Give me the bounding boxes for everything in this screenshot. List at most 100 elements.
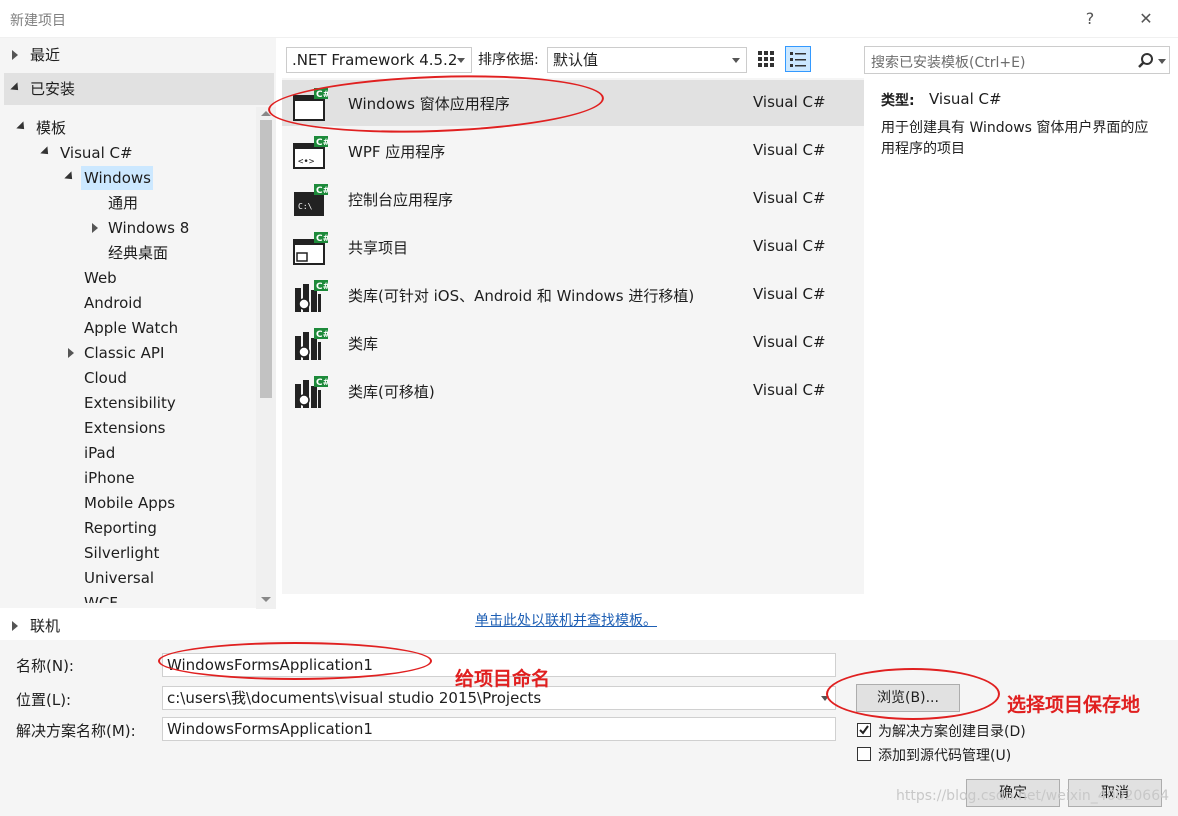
checkmark-icon (859, 725, 869, 735)
template-lang: Visual C# (753, 189, 826, 207)
annotation-name: 给项目命名 (455, 668, 551, 690)
sort-label: 排序依据: (478, 52, 539, 68)
template-name: 类库 (348, 335, 379, 353)
template-lang: Visual C# (753, 237, 826, 255)
window-title: 新建项目 (10, 13, 66, 29)
tree-recent-label: 最近 (30, 46, 61, 64)
type-value: Visual C# (929, 90, 1002, 108)
class-library-icon: C# (295, 328, 328, 360)
location-value: c:\users\我\documents\visual studio 2015\… (167, 689, 542, 707)
tree-item-ipad[interactable]: iPad (84, 441, 115, 465)
template-row[interactable]: C# 类库(可针对 iOS、Android 和 Windows 进行移植) Vi… (282, 272, 864, 318)
svg-text:C#: C# (316, 138, 328, 148)
expand-icon[interactable] (12, 621, 18, 631)
tree-item-iphone[interactable]: iPhone (84, 466, 135, 490)
tree-online-label: 联机 (30, 617, 61, 635)
template-row[interactable]: <•> C# WPF 应用程序 Visual C# (282, 128, 864, 174)
template-name: 共享项目 (348, 239, 409, 257)
location-label: 位置(L): (16, 691, 72, 709)
wpf-icon: <•> C# (293, 136, 328, 169)
name-label: 名称(N): (16, 657, 74, 675)
framework-value: .NET Framework 4.5.2 (292, 51, 458, 69)
annotation-location: 选择项目保存地 (1007, 694, 1141, 716)
template-row[interactable]: C# 类库(可移植) Visual C# (282, 368, 864, 414)
template-lang: Visual C# (753, 333, 826, 351)
template-lang: Visual C# (753, 141, 826, 159)
class-library-icon: C# (295, 376, 328, 408)
create-directory-checkbox[interactable] (857, 723, 871, 737)
tree-item-extensions[interactable]: Extensions (84, 416, 165, 440)
template-lang: Visual C# (753, 285, 826, 303)
tree-item-apple-watch[interactable]: Apple Watch (84, 316, 178, 340)
scroll-down-icon[interactable] (261, 597, 271, 602)
chevron-down-icon (457, 58, 465, 63)
watermark: https://blog.csdn.net/weixin_40020664 (896, 788, 1170, 804)
tree-windows-label: Windows (84, 169, 151, 187)
svg-text:C#: C# (316, 330, 328, 340)
expand-icon[interactable] (68, 348, 74, 358)
find-online-templates-link[interactable]: 单击此处以联机并查找模板。 (475, 610, 657, 630)
description-pane: 类型: Visual C# 用于创建具有 Windows 窗体用户界面的应用程序… (866, 78, 1172, 594)
tree-item-wcf[interactable]: WCF (84, 591, 118, 603)
svg-text:C#: C# (316, 186, 328, 196)
template-name: WPF 应用程序 (348, 143, 446, 161)
tree-item-label: Classic API (84, 344, 165, 362)
tree-item-web[interactable]: Web (84, 266, 117, 290)
tree-item-label: Windows 8 (108, 219, 190, 237)
svg-text:C:\: C:\ (298, 202, 313, 211)
svg-text:<•>: <•> (298, 157, 315, 167)
type-label: 类型: (881, 93, 915, 109)
tree-item-cloud[interactable]: Cloud (84, 366, 127, 390)
tree-item-mobile-apps[interactable]: Mobile Apps (84, 491, 175, 515)
svg-text:C#: C# (316, 282, 328, 292)
expand-icon[interactable] (92, 223, 98, 233)
template-row[interactable]: C# 共享项目 Visual C# (282, 224, 864, 270)
template-row[interactable]: C:\ C# 控制台应用程序 Visual C# (282, 176, 864, 222)
class-library-icon: C# (295, 280, 328, 312)
template-name: 类库(可移植) (348, 383, 435, 401)
framework-select[interactable]: .NET Framework 4.5.2 (286, 47, 472, 73)
search-icon[interactable] (1137, 52, 1155, 70)
template-name: 控制台应用程序 (348, 191, 454, 209)
scroll-thumb[interactable] (260, 120, 272, 398)
template-row[interactable]: C# 类库 Visual C# (282, 320, 864, 366)
tree-item-general[interactable]: 通用 (108, 191, 138, 215)
svg-text:C#: C# (316, 378, 328, 388)
chevron-down-icon[interactable] (1158, 59, 1166, 64)
tree-item-reporting[interactable]: Reporting (84, 516, 157, 540)
template-lang: Visual C# (753, 381, 826, 399)
sort-select[interactable]: 默认值 (547, 47, 747, 73)
svg-text:C#: C# (316, 234, 328, 244)
title-bar: 新建项目 ? ✕ (0, 0, 1178, 38)
chevron-down-icon (732, 58, 740, 63)
list-view-icon[interactable] (785, 46, 811, 72)
highlight-ellipse (826, 668, 1000, 720)
shared-project-icon: C# (293, 232, 328, 265)
add-source-control-checkbox[interactable] (857, 747, 871, 761)
tree-installed-label: 已安装 (30, 80, 76, 98)
template-list: C# Windows 窗体应用程序 Visual C# <•> C# WPF 应… (282, 78, 864, 594)
template-description: 用于创建具有 Windows 窗体用户界面的应用程序的项目 (881, 120, 1149, 157)
tree-item-android[interactable]: Android (84, 291, 142, 315)
tree-item-universal[interactable]: Universal (84, 566, 154, 590)
tree-visual-csharp-label: Visual C# (60, 144, 133, 162)
highlight-ellipse (158, 642, 432, 680)
search-box[interactable]: 搜索已安装模板(Ctrl+E) (864, 46, 1170, 74)
console-icon: C:\ C# (294, 184, 328, 216)
tree-templates-label: 模板 (36, 119, 67, 137)
template-lang: Visual C# (753, 93, 826, 111)
close-button[interactable]: ✕ (1131, 6, 1161, 32)
template-name: 类库(可针对 iOS、Android 和 Windows 进行移植) (348, 287, 695, 305)
solution-name-field[interactable]: WindowsFormsApplication1 (162, 717, 836, 741)
sort-value: 默认值 (553, 51, 599, 69)
add-source-control-label: 添加到源代码管理(U) (878, 748, 1012, 764)
solution-name-label: 解决方案名称(M): (16, 722, 136, 740)
grid-view-icon[interactable] (755, 48, 777, 70)
tree-item-silverlight[interactable]: Silverlight (84, 541, 159, 565)
search-input[interactable]: 搜索已安装模板(Ctrl+E) (871, 52, 1025, 72)
help-button[interactable]: ? (1075, 6, 1105, 32)
tree-item-extensibility[interactable]: Extensibility (84, 391, 176, 415)
create-directory-label: 为解决方案创建目录(D) (878, 724, 1026, 740)
expand-icon[interactable] (12, 50, 18, 60)
tree-item-classic-desktop[interactable]: 经典桌面 (108, 241, 168, 265)
